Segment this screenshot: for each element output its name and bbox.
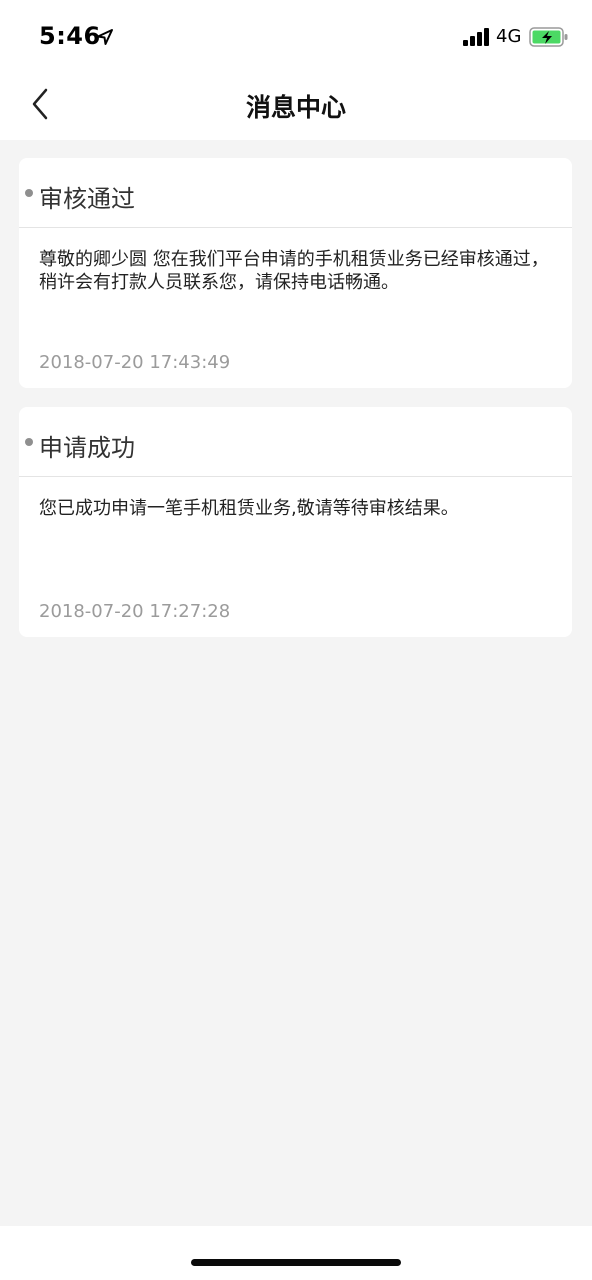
message-card[interactable]: 申请成功 您已成功申请一笔手机租赁业务,敬请等待审核结果。 2018-07-20… [19,407,572,637]
message-timestamp: 2018-07-20 17:27:28 [39,601,231,622]
signal-bars-icon [463,28,489,46]
bottom-bar [0,1226,592,1280]
nav-bar: 消息中心 [0,68,592,140]
message-body: 您已成功申请一笔手机租赁业务,敬请等待审核结果。 [39,498,459,519]
message-list[interactable]: 审核通过 尊敬的卿少圆 您在我们平台申请的手机租赁业务已经审核通过，稍许会有打款… [0,140,592,1226]
network-label: 4G [496,26,522,47]
battery-charging-icon [529,27,568,47]
message-title: 审核通过 [39,185,135,213]
message-title: 申请成功 [39,434,135,462]
status-time: 5:46 [39,22,101,50]
bullet-dot-icon [25,438,33,446]
message-card-header: 审核通过 [19,158,572,228]
message-card-header: 申请成功 [19,407,572,477]
status-bar: 5:46 4G [0,0,592,68]
screen: 5:46 4G 消息中心 审核通过 尊敬的卿少圆 您在我们平台申请的手机租赁业务… [0,0,592,1280]
message-timestamp: 2018-07-20 17:43:49 [39,352,231,373]
message-card[interactable]: 审核通过 尊敬的卿少圆 您在我们平台申请的手机租赁业务已经审核通过，稍许会有打款… [19,158,572,388]
message-body: 尊敬的卿少圆 您在我们平台申请的手机租赁业务已经审核通过，稍许会有打款人员联系您… [39,249,549,293]
home-indicator[interactable] [191,1259,401,1266]
page-title: 消息中心 [245,93,346,122]
bullet-dot-icon [25,189,33,197]
location-arrow-icon [97,29,113,45]
